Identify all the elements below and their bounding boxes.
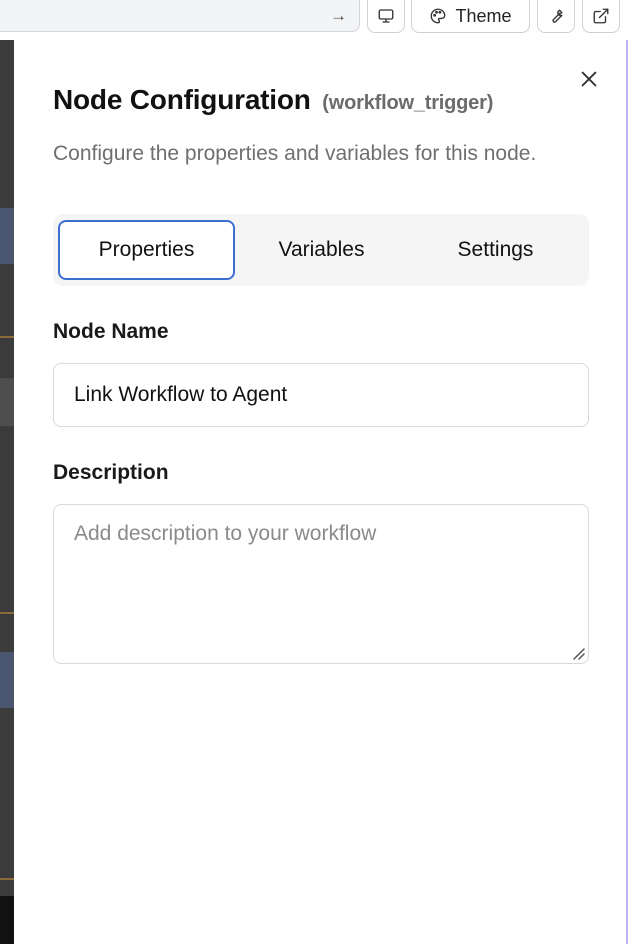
tab-settings[interactable]: Settings — [408, 220, 583, 280]
address-bar[interactable]: → — [0, 0, 360, 32]
panel-title: Node Configuration (workflow_trigger) — [53, 84, 493, 116]
top-toolbar: → Theme — [0, 0, 634, 40]
external-link-button[interactable] — [582, 0, 620, 33]
panel-description: Configure the properties and variables f… — [53, 142, 537, 165]
description-textarea[interactable]: Add description to your workflow — [53, 504, 589, 664]
canvas-backdrop — [0, 40, 14, 944]
panel-edge — [626, 40, 634, 944]
monitor-button[interactable] — [367, 0, 405, 33]
panel-title-text: Node Configuration — [53, 84, 311, 115]
external-link-icon — [593, 8, 609, 24]
monitor-icon — [378, 9, 394, 23]
theme-button[interactable]: Theme — [411, 0, 530, 33]
panel-subtitle: (workflow_trigger) — [322, 92, 494, 114]
node-config-panel — [14, 40, 626, 944]
tab-variables[interactable]: Variables — [235, 220, 408, 280]
tab-properties[interactable]: Properties — [58, 220, 235, 280]
resize-handle-icon[interactable] — [571, 646, 585, 660]
wrench-icon — [552, 9, 563, 23]
close-icon — [581, 71, 597, 87]
close-button[interactable] — [574, 64, 604, 94]
palette-icon — [431, 8, 446, 24]
description-placeholder: Add description to your workflow — [74, 522, 377, 545]
theme-label: Theme — [455, 5, 512, 26]
arrow-right-icon[interactable]: → — [330, 6, 347, 26]
node-name-input[interactable] — [53, 363, 589, 427]
wrench-button[interactable] — [537, 0, 575, 33]
config-tabs: Properties Variables Settings — [53, 214, 589, 286]
description-label: Description — [53, 461, 169, 484]
node-name-label: Node Name — [53, 320, 169, 343]
